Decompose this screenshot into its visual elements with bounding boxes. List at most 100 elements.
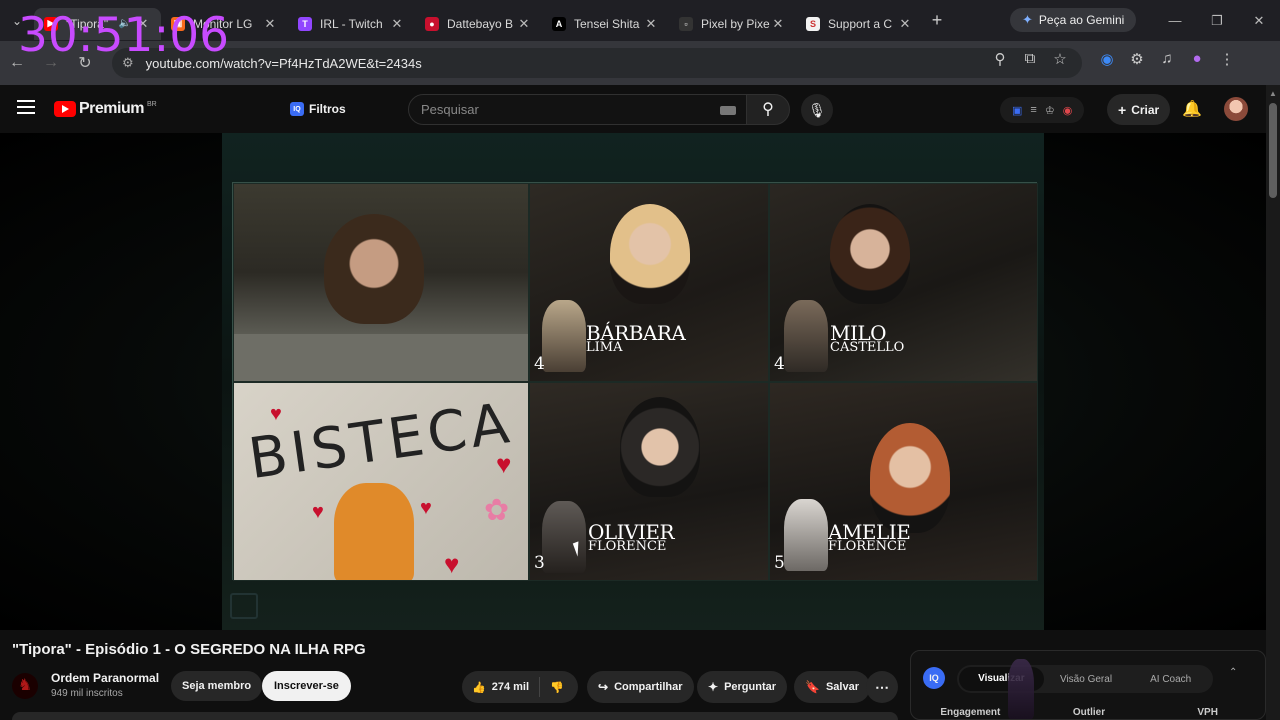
browser-tab[interactable]: S Support a C ✕ <box>796 8 923 40</box>
gemini-button[interactable]: ✦ Peça ao Gemini <box>1010 8 1137 32</box>
like-count: 274 mil <box>491 681 530 693</box>
logo-country: BR <box>146 100 157 108</box>
account-avatar[interactable] <box>1224 97 1248 121</box>
tab-favicon-icon: ▫ <box>679 16 693 31</box>
player-number: 4 <box>774 354 785 374</box>
omnibox-icons: ⚲ ⧉ ☆ <box>985 50 1075 68</box>
scroll-up-icon[interactable]: ▲ <box>1269 89 1277 98</box>
trophy-icon: ♔ <box>1044 104 1055 117</box>
drawing-panel: BISTECA ♥ ♥ ♥ ♥ ♥ ✿ <box>233 382 529 581</box>
tab-favicon-icon: S <box>806 16 820 31</box>
restore-icon[interactable]: ❐ <box>1196 13 1238 29</box>
vidiq-tab-ai-coach[interactable]: AI Coach <box>1128 674 1213 685</box>
new-tab-button[interactable]: + <box>923 10 951 31</box>
player-surname: FLORENCE <box>588 539 667 554</box>
tab-title: Tensei Shita <box>574 16 640 31</box>
join-button[interactable]: Seja membro <box>171 671 263 701</box>
profile-icon[interactable]: ● <box>1182 50 1212 68</box>
minimize-icon[interactable]: — <box>1154 13 1196 28</box>
character-figure-overlay <box>1008 659 1034 719</box>
character-portrait <box>542 501 586 573</box>
player-number: 3 <box>534 553 545 573</box>
character-portrait <box>542 300 586 372</box>
youtube-play-icon <box>54 101 76 117</box>
bookmark-star-icon[interactable]: ☆ <box>1045 50 1075 68</box>
dislike-button[interactable]: 👎 <box>540 681 574 694</box>
player-nameplate: OLIVIER FLORENCE <box>588 522 675 554</box>
browser-tab[interactable]: T IRL - Twitch ✕ <box>288 8 415 40</box>
heart-icon: ♥ <box>420 497 432 519</box>
tab-close-icon[interactable]: ✕ <box>643 16 659 32</box>
extensions-area: ◉ ⚙ ♫ ● ⋮ <box>1092 50 1242 68</box>
tab-close-icon[interactable]: ✕ <box>897 16 913 32</box>
vidiq-panel: IQ Visualizar Visão Geral AI Coach ⌃ Eng… <box>910 650 1266 720</box>
page-scrollbar[interactable]: ▲ <box>1266 85 1280 720</box>
filtros-button[interactable]: IQ Filtros <box>290 97 346 121</box>
tab-favicon-icon: T <box>298 16 312 31</box>
like-button[interactable]: 👍 274 mil <box>462 677 541 697</box>
tab-close-icon[interactable]: ✕ <box>389 16 405 32</box>
tab-close-icon[interactable]: ✕ <box>262 16 278 32</box>
tab-close-icon[interactable]: ✕ <box>516 16 532 32</box>
like-dislike-group: 👍 274 mil 👎 <box>462 671 578 703</box>
alert-icon: ◉ <box>1062 104 1073 117</box>
video-webcam-grid: BÁRBARA LIMA 4 MILO CASTELLO 4 BISTECA ♥ ♥… <box>232 182 1038 581</box>
webcam-player-2: MILO CASTELLO 4 <box>769 183 1038 382</box>
browser-tab[interactable]: A Tensei Shita ✕ <box>542 8 669 40</box>
metric-outlier: Outlier <box>1072 707 1106 718</box>
player-number: 4 <box>534 354 545 374</box>
search-input[interactable]: Pesquisar <box>408 94 748 125</box>
save-button[interactable]: 🔖 Salvar <box>794 671 870 703</box>
drawing-text: BISTECA <box>244 390 517 493</box>
puzzle-extensions-icon[interactable]: ⚙ <box>1122 50 1152 68</box>
media-control-icon[interactable]: ♫ <box>1152 50 1182 68</box>
vidiq-metrics: Engagement Outlier VPH <box>911 707 1267 718</box>
description-box[interactable] <box>12 712 898 720</box>
address-bar[interactable]: ⚙ youtube.com/watch?v=Pf4HzTdA2WE&t=2434… <box>112 48 1082 78</box>
share-label: Compartilhar <box>614 681 683 693</box>
close-window-icon[interactable]: ✕ <box>1238 13 1280 29</box>
vidiq-tab-visao-geral[interactable]: Visão Geral <box>1044 674 1129 685</box>
share-button[interactable]: ↪ Compartilhar <box>587 671 694 703</box>
browser-tab[interactable]: ● Dattebayo B ✕ <box>415 8 542 40</box>
youtube-logo[interactable]: Premium BR <box>54 100 157 118</box>
create-button[interactable]: + Criar <box>1107 94 1171 125</box>
voice-search-mic-icon[interactable]: 🎙 <box>801 94 833 126</box>
thumbs-up-icon: 👍 <box>472 681 486 694</box>
plus-icon: + <box>1118 101 1127 118</box>
vidiq-icon: IQ <box>290 102 304 116</box>
notifications-bell-icon[interactable]: 🔔 <box>1182 99 1202 119</box>
character-portrait <box>784 499 828 571</box>
tab-close-icon[interactable]: ✕ <box>770 16 786 32</box>
create-label: Criar <box>1131 102 1160 117</box>
character-portrait <box>784 300 828 372</box>
subscribe-button[interactable]: Inscrever-se <box>262 671 351 701</box>
more-actions-button[interactable]: ⋯ <box>866 671 898 703</box>
filtros-label: Filtros <box>309 102 346 116</box>
browser-tab[interactable]: ▫ Pixel by Pixe ✕ <box>669 8 796 40</box>
search-button[interactable]: ⚲ <box>746 94 790 125</box>
hamburger-menu-icon[interactable] <box>17 100 35 114</box>
ask-button[interactable]: ✦ Perguntar <box>697 671 788 703</box>
twitch-icon <box>230 593 258 619</box>
heart-icon: ♥ <box>496 449 512 479</box>
tab-title: Pixel by Pixe <box>701 16 770 31</box>
person-silhouette <box>870 423 950 533</box>
sparkle-icon: ✦ <box>708 680 719 694</box>
menu-kebab-icon[interactable]: ⋮ <box>1212 50 1242 68</box>
tab-title: Dattebayo B <box>447 16 514 31</box>
vidiq-toolbar[interactable]: ▣ ≡ ♔ ◉ <box>1000 97 1085 123</box>
heart-icon: ♥ <box>312 501 324 523</box>
cast-icon[interactable]: ⧉ <box>1015 50 1045 68</box>
stream-timer-overlay: 30:51:06 <box>18 8 230 63</box>
extension-icon[interactable]: ◉ <box>1092 50 1122 68</box>
window-controls: — ❐ ✕ <box>1154 0 1280 41</box>
scroll-thumb[interactable] <box>1269 103 1277 198</box>
player-number: 5 <box>774 553 785 573</box>
channel-avatar[interactable]: ♞ <box>12 673 38 699</box>
keyboard-icon[interactable] <box>720 106 736 115</box>
zoom-icon[interactable]: ⚲ <box>985 50 1015 68</box>
channel-name[interactable]: Ordem Paranormal <box>51 671 159 685</box>
webcam-player-1: BÁRBARA LIMA 4 <box>529 183 769 382</box>
collapse-chevron-icon[interactable]: ⌃ <box>1229 667 1237 678</box>
